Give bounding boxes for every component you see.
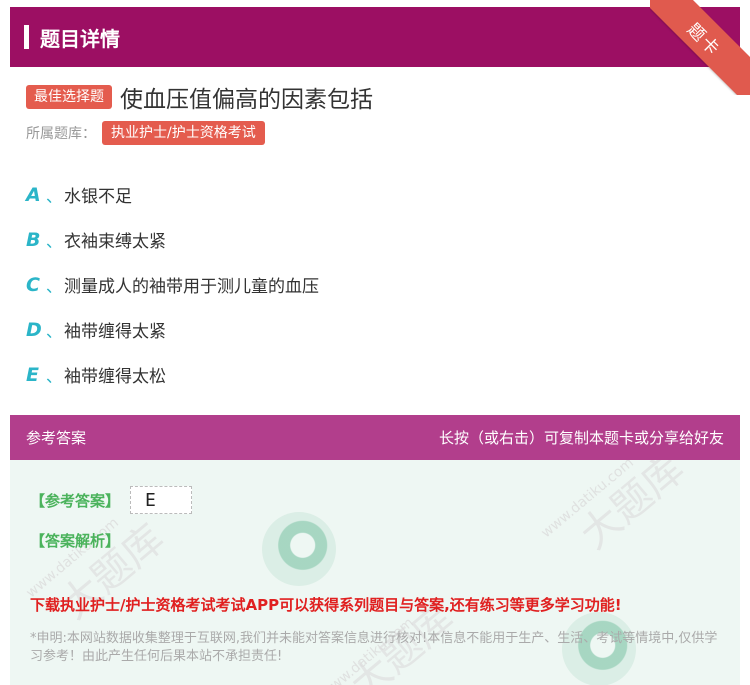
answer-section-body: 大题库 大题库 大题库 www.datiku.com www.datiku.co… [10, 460, 740, 685]
question-type-tag: 最佳选择题 [26, 85, 112, 109]
answer-header-label: 参考答案 [26, 429, 87, 447]
option-letter: C [26, 273, 40, 296]
answer-label: 【参考答案】 [30, 491, 121, 510]
analysis-label: 【答案解析】 [30, 532, 121, 550]
option-text: 袖带缠得太紧 [64, 322, 166, 342]
option-e[interactable]: E 、 袖带缠得太松 [26, 352, 319, 397]
question-line: 最佳选择题 使血压值偏高的因素包括 [26, 80, 373, 114]
option-text: 袖带缠得太松 [64, 367, 166, 387]
library-line: 所属题库： 执业护士/护士资格考试 [26, 121, 265, 145]
answer-section-header: 参考答案 长按（或右击）可复制本题卡或分享给好友 [10, 415, 740, 460]
page-title: 题目详情 [40, 26, 120, 51]
option-c[interactable]: C 、 测量成人的袖带用于测儿童的血压 [26, 262, 319, 307]
app-download-link[interactable]: 下载执业护士/护士资格考试考试APP可以获得系列题目与答案,还有练习等更多学习功… [30, 594, 622, 615]
option-separator: 、 [46, 321, 63, 341]
option-separator: 、 [46, 276, 63, 296]
question-card-ribbon[interactable]: 题卡 [650, 0, 750, 95]
option-letter: B [26, 228, 41, 251]
page-header: 题目详情 [10, 7, 740, 67]
option-separator: 、 [46, 366, 63, 386]
option-separator: 、 [46, 186, 63, 206]
header-accent-bar [24, 25, 29, 49]
share-hint: 长按（或右击）可复制本题卡或分享给好友 [438, 429, 724, 447]
option-a[interactable]: A 、 水银不足 [26, 172, 319, 217]
answer-value: E [130, 486, 193, 514]
ribbon-label: 题卡 [683, 19, 725, 61]
option-letter: A [26, 183, 41, 206]
option-d[interactable]: D 、 袖带缠得太紧 [26, 307, 319, 352]
option-text: 水银不足 [64, 187, 132, 207]
option-text: 测量成人的袖带用于测儿童的血压 [64, 277, 319, 297]
disclaimer-text: *申明:本网站数据收集整理于互联网,我们并未能对答案信息进行核对!本信息不能用于… [30, 631, 718, 664]
option-letter: E [26, 363, 39, 386]
option-separator: 、 [46, 231, 63, 251]
watermark-logo-icon [262, 512, 336, 586]
option-text: 衣袖束缚太紧 [64, 232, 166, 252]
library-tag[interactable]: 执业护士/护士资格考试 [102, 121, 265, 145]
question-title: 使血压值偏高的因素包括 [120, 87, 373, 113]
answer-row: 【参考答案】 E [30, 486, 193, 514]
option-letter: D [26, 318, 42, 341]
option-b[interactable]: B 、 衣袖束缚太紧 [26, 217, 319, 262]
options-list: A 、 水银不足 B 、 衣袖束缚太紧 C 、 测量成人的袖带用于测儿童的血压 … [26, 172, 319, 397]
library-label: 所属题库： [26, 126, 96, 142]
